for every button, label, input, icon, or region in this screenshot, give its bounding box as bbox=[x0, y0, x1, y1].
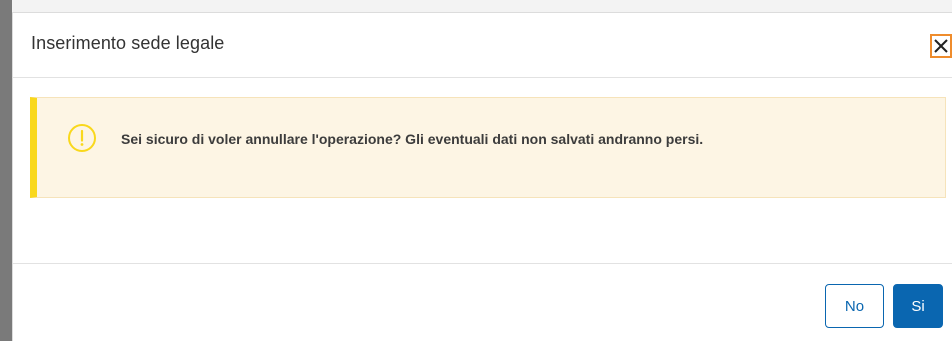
modal-backdrop bbox=[0, 0, 12, 341]
dialog-footer: No Si bbox=[13, 264, 952, 341]
no-button[interactable]: No bbox=[825, 284, 884, 328]
warning-circle-icon bbox=[68, 124, 96, 152]
dialog-body: Sei sicuro di voler annullare l'operazio… bbox=[13, 78, 952, 264]
alert-message: Sei sicuro di voler annullare l'operazio… bbox=[121, 131, 704, 147]
dialog-header: Inserimento sede legale bbox=[13, 13, 952, 78]
close-button[interactable] bbox=[930, 34, 952, 58]
si-button[interactable]: Si bbox=[893, 284, 943, 328]
confirm-dialog: Inserimento sede legale Sei sicuro di vo… bbox=[12, 12, 952, 341]
close-icon bbox=[934, 39, 948, 53]
dialog-title: Inserimento sede legale bbox=[31, 33, 225, 53]
warning-alert: Sei sicuro di voler annullare l'operazio… bbox=[30, 97, 946, 198]
page: Inserimento sede legale Sei sicuro di vo… bbox=[0, 0, 952, 341]
